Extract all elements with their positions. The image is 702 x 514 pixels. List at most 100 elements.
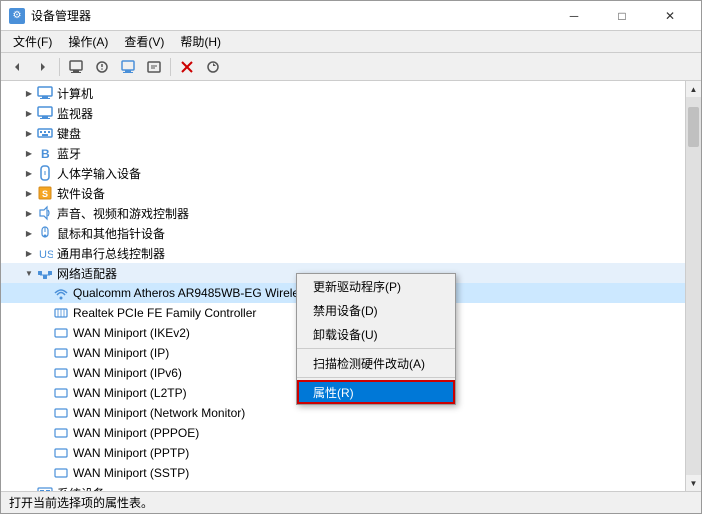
expander-software[interactable]: ▶ [21, 185, 37, 201]
tree-node-computer[interactable]: ▶ 计算机 [1, 83, 685, 103]
toolbar-forward[interactable] [31, 56, 55, 78]
tree-node-monitor[interactable]: ▶ 监视器 [1, 103, 685, 123]
expander-mouse[interactable]: ▶ [21, 225, 37, 241]
bluetooth-icon: B [37, 145, 53, 161]
tree-node-usb[interactable]: ▶ USB 通用串行总线控制器 [1, 243, 685, 263]
computer-label: 计算机 [57, 85, 93, 102]
expander-usb[interactable]: ▶ [21, 245, 37, 261]
wan-ip-label: WAN Miniport (IP) [73, 346, 169, 360]
hid-icon [37, 165, 53, 181]
tree-node-mouse[interactable]: ▶ 鼠标和其他指针设备 [1, 223, 685, 243]
status-bar: 打开当前选择项的属性表。 [1, 491, 701, 513]
realtek-label: Realtek PCIe FE Family Controller [73, 306, 256, 320]
title-bar: ⚙ 设备管理器 ─ □ ✕ [1, 1, 701, 31]
main-content: ▶ 计算机 ▶ [1, 81, 701, 491]
toolbar-btn-refresh[interactable] [201, 56, 225, 78]
context-uninstall-device[interactable]: 卸载设备(U) [297, 322, 455, 346]
toolbar-separator-1 [59, 58, 60, 76]
realtek-icon [53, 305, 69, 321]
wan-ipv6-label: WAN Miniport (IPv6) [73, 366, 182, 380]
context-scan-hardware[interactable]: 扫描检测硬件改动(A) [297, 351, 455, 375]
context-menu: 更新驱动程序(P) 禁用设备(D) 卸载设备(U) 扫描检测硬件改动(A) 属性… [296, 273, 456, 405]
hid-label: 人体学输入设备 [57, 165, 141, 182]
svg-text:USB: USB [39, 249, 53, 261]
menu-bar: 文件(F) 操作(A) 查看(V) 帮助(H) [1, 31, 701, 53]
expander-monitor[interactable]: ▶ [21, 105, 37, 121]
tree-node-system[interactable]: ▶ 系统设备 [1, 483, 685, 491]
expander-system[interactable]: ▶ [21, 485, 37, 491]
expander-computer[interactable]: ▶ [21, 85, 37, 101]
tree-node-bluetooth[interactable]: ▶ B 蓝牙 [1, 143, 685, 163]
wan-l2tp-icon [53, 385, 69, 401]
toolbar-btn-4[interactable] [142, 56, 166, 78]
tree-node-wan-pppoe[interactable]: WAN Miniport (PPPOE) [1, 423, 685, 443]
computer-icon [37, 85, 53, 101]
wan-pppoe-label: WAN Miniport (PPPOE) [73, 426, 199, 440]
mouse-label: 鼠标和其他指针设备 [57, 225, 165, 242]
wan-sstp-icon [53, 465, 69, 481]
software-label: 软件设备 [57, 185, 105, 202]
device-manager-window: ⚙ 设备管理器 ─ □ ✕ 文件(F) 操作(A) 查看(V) 帮助(H) [0, 0, 702, 514]
svg-text:B: B [41, 147, 50, 161]
menu-view[interactable]: 查看(V) [116, 31, 172, 52]
usb-label: 通用串行总线控制器 [57, 245, 165, 262]
system-label: 系统设备 [57, 485, 105, 492]
expander-keyboard[interactable]: ▶ [21, 125, 37, 141]
close-button[interactable]: ✕ [647, 1, 693, 31]
wan-pptp-label: WAN Miniport (PPTP) [73, 446, 189, 460]
tree-node-keyboard[interactable]: ▶ 键盘 [1, 123, 685, 143]
tree-node-wan-netmon[interactable]: WAN Miniport (Network Monitor) [1, 403, 685, 423]
context-sep-1 [297, 348, 455, 349]
window-title: 设备管理器 [31, 7, 91, 24]
menu-file[interactable]: 文件(F) [5, 31, 60, 52]
wan-ikev2-icon [53, 325, 69, 341]
monitor-icon [37, 105, 53, 121]
wan-ikev2-label: WAN Miniport (IKEv2) [73, 326, 190, 340]
monitor-label: 监视器 [57, 105, 93, 122]
tree-node-hid[interactable]: ▶ 人体学输入设备 [1, 163, 685, 183]
usb-icon: USB [37, 245, 53, 261]
maximize-button[interactable]: □ [599, 1, 645, 31]
wan-netmon-label: WAN Miniport (Network Monitor) [73, 406, 245, 420]
menu-help[interactable]: 帮助(H) [172, 31, 229, 52]
toolbar-back[interactable] [5, 56, 29, 78]
wan-netmon-icon [53, 405, 69, 421]
network-icon [37, 265, 53, 281]
keyboard-icon [37, 125, 53, 141]
bluetooth-label: 蓝牙 [57, 145, 81, 162]
toolbar-btn-remove[interactable] [175, 56, 199, 78]
expander-sound[interactable]: ▶ [21, 205, 37, 221]
menu-action[interactable]: 操作(A) [60, 31, 116, 52]
scrollbar: ▲ ▼ [685, 81, 701, 491]
toolbar-btn-2[interactable] [90, 56, 114, 78]
mouse-icon [37, 225, 53, 241]
minimize-button[interactable]: ─ [551, 1, 597, 31]
scroll-track[interactable] [686, 97, 701, 475]
wan-pppoe-icon [53, 425, 69, 441]
expander-hid[interactable]: ▶ [21, 165, 37, 181]
toolbar-btn-1[interactable] [64, 56, 88, 78]
toolbar [1, 53, 701, 81]
scroll-down-btn[interactable]: ▼ [686, 475, 702, 491]
context-properties[interactable]: 属性(R) [297, 380, 455, 404]
window-icon: ⚙ [9, 8, 25, 24]
context-disable-device[interactable]: 禁用设备(D) [297, 298, 455, 322]
scroll-up-btn[interactable]: ▲ [686, 81, 702, 97]
wan-ip-icon [53, 345, 69, 361]
scroll-thumb[interactable] [688, 107, 699, 147]
svg-text:S: S [42, 189, 48, 199]
sound-icon [37, 205, 53, 221]
tree-node-sound[interactable]: ▶ 声音、视频和游戏控制器 [1, 203, 685, 223]
status-text: 打开当前选择项的属性表。 [9, 494, 153, 511]
software-icon: S [37, 185, 53, 201]
expander-bluetooth[interactable]: ▶ [21, 145, 37, 161]
context-sep-2 [297, 377, 455, 378]
context-update-driver[interactable]: 更新驱动程序(P) [297, 274, 455, 298]
tree-node-wan-pptp[interactable]: WAN Miniport (PPTP) [1, 443, 685, 463]
tree-node-software[interactable]: ▶ S 软件设备 [1, 183, 685, 203]
sound-label: 声音、视频和游戏控制器 [57, 205, 189, 222]
toolbar-btn-3[interactable] [116, 56, 140, 78]
system-icon [37, 485, 53, 491]
tree-node-wan-sstp[interactable]: WAN Miniport (SSTP) [1, 463, 685, 483]
expander-network[interactable]: ▼ [21, 265, 37, 281]
